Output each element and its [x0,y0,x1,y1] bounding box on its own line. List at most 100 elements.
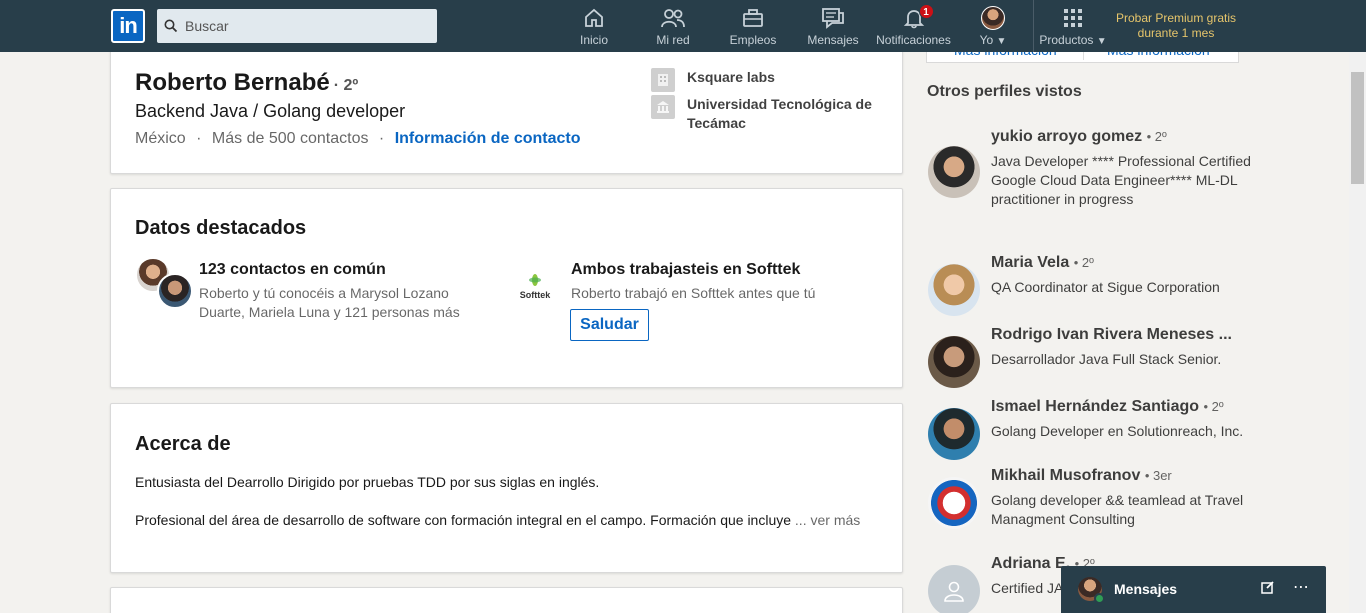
network-icon [660,6,686,30]
profile-name: Roberto Bernabé · 2º [135,69,358,97]
linkedin-logo[interactable]: in [111,9,145,43]
person-name: Ismael Hernández Santiago • 2º [991,398,1224,416]
messaging-title: Mensajes [1114,581,1178,597]
person-degree: • 2º [1073,255,1094,270]
leaf-icon [529,274,541,286]
softtek-logo-text: Softtek [519,290,551,300]
company-icon [651,68,675,92]
about-card: Acerca de Entusiasta del Dearrollo Dirig… [110,403,903,573]
messaging-bar[interactable]: Mensajes ⋯ [1061,566,1326,613]
nav-messages[interactable]: Mensajes [807,6,859,50]
person-degree: • 2º [1146,129,1167,144]
search-icon [157,19,185,33]
nav-notifications-label: Notificaciones [876,33,951,47]
connection-degree: · 2º [333,77,359,94]
nav-home-label: Inicio [579,33,608,47]
nav-my-network-label: Mi red [656,33,690,47]
premium-link[interactable]: Probar Premium gratis durante 1 mes [1108,11,1244,41]
avatar [928,264,980,316]
avatar [928,146,980,198]
scrollbar-thumb[interactable] [1351,72,1364,184]
profile-name-text: Roberto Bernabé [135,69,330,96]
search-box[interactable] [157,9,437,43]
current-company[interactable]: Ksquare labs [651,68,872,92]
person-name: Maria Vela • 2º [991,254,1094,272]
person-placeholder-icon [944,581,964,602]
person-name: Mikhail Musofranov • 3er [991,467,1172,485]
avatar [928,336,980,388]
me-avatar [981,6,1005,30]
people-also-viewed-title: Otros perfiles vistos [927,83,1082,100]
nav-notifications[interactable]: 1 Notificaciones [876,4,951,50]
nav-home[interactable]: Inicio [575,6,613,50]
profile-connections[interactable]: Más de 500 contactos [212,130,369,147]
messages-icon [821,6,845,30]
nav-my-network[interactable]: Mi red [652,6,694,50]
person-name-text: yukio arroyo gomez [991,128,1143,145]
nav-products-label: Productos ▼ [1039,33,1106,47]
company-name: Ksquare labs [687,69,775,85]
shared-company[interactable]: Ambos trabajasteis en Softtek Roberto tr… [571,261,871,303]
person-name: yukio arroyo gomez • 2º [991,128,1167,146]
next-section-card [110,587,903,613]
shared-company-description: Roberto trabajó en Softtek antes que tú [571,285,816,301]
search-input[interactable] [185,18,425,34]
shared-company-title: Ambos trabajasteis en Softtek [571,261,801,278]
avatar [928,408,980,460]
chevron-down-icon: ▼ [1096,36,1107,47]
mutual-title: 123 contactos en común [199,261,386,278]
highlights-card: Datos destacados 123 contactos en común … [110,188,903,388]
profile-location: México [135,130,186,147]
home-icon [583,6,605,30]
avatar [981,6,1005,30]
school-name: Universidad Tecnológica de Tecámac [687,96,872,131]
nav-me[interactable]: Yo ▼ [978,6,1008,50]
briefcase-icon [742,6,764,30]
person-name-text: Ismael Hernández Santiago [991,398,1200,415]
person-name-text: Adriana E. [991,555,1071,572]
more-options-icon[interactable]: ⋯ [1293,577,1310,597]
about-paragraph-2-text: Profesional del área de desarrollo de so… [135,512,792,528]
meta-separator: · [378,130,385,147]
profile-headline: Backend Java / Golang developer [135,101,406,121]
profile-meta-line: México · Más de 500 contactos · Informac… [135,130,581,148]
about-paragraph-2: Profesional del área de desarrollo de so… [135,512,860,528]
see-more-link[interactable]: ... ver más [795,512,860,528]
mutual-connections-avatars[interactable] [135,257,195,309]
person-headline: Golang Developer en Solutionreach, Inc. [991,423,1244,439]
avatar [928,565,980,613]
person-headline: QA Coordinator at Sigue Corporation [991,279,1220,295]
nav-messages-label: Mensajes [807,33,859,47]
compose-icon[interactable] [1261,580,1275,599]
top-navigation-bar: in Inicio Mi red Empleos Mensajes 1 [0,0,1366,52]
person-degree: • 3er [1144,468,1172,483]
nav-divider [1033,0,1034,52]
avatar [928,477,980,529]
nav-products-text: Productos [1039,33,1094,47]
mutual-description: Roberto y tú conocéis a Marysol Lozano D… [199,285,460,320]
person-name-text: Maria Vela [991,254,1070,271]
person-name-text: Mikhail Musofranov [991,467,1141,484]
meta-separator: · [196,130,202,147]
person-name-text: Rodrigo Ivan Rivera Meneses ... [991,326,1232,343]
contact-info-link[interactable]: Información de contacto [395,130,581,147]
highlights-title: Datos destacados [135,217,307,239]
person-headline: Desarrollador Java Full Stack Senior. [991,351,1222,367]
nav-jobs[interactable]: Empleos [730,6,776,50]
school-icon [651,95,675,119]
say-hello-button[interactable]: Saludar [570,309,649,341]
bell-icon: 1 [903,4,934,30]
nav-products[interactable]: Productos ▼ [1037,6,1109,50]
grid-icon [1063,6,1083,30]
chevron-down-icon: ▼ [996,36,1007,47]
about-title: Acerca de [135,433,231,455]
person-headline: Java Developer **** Professional Certifi… [991,153,1251,207]
person-headline: Golang developer && teamlead at Travel M… [991,492,1244,527]
softtek-logo[interactable]: Softtek [515,273,555,303]
nav-me-text: Yo [979,33,994,47]
mutual-connections[interactable]: 123 contactos en común Roberto y tú cono… [199,261,479,322]
online-status-icon [1094,593,1105,604]
education-school[interactable]: Universidad Tecnológica de Tecámac [651,95,872,133]
about-paragraph-1: Entusiasta del Dearrollo Dirigido por pr… [135,474,600,490]
person-degree: • 2º [1203,399,1224,414]
